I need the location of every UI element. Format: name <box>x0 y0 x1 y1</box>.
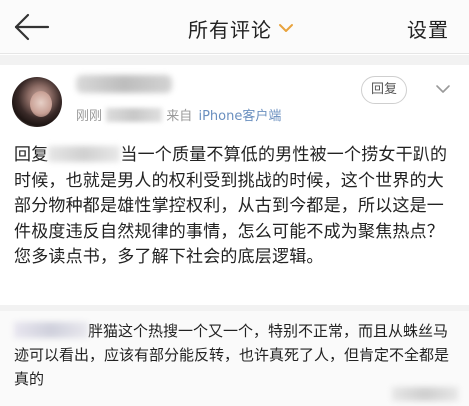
chevron-down-icon <box>279 24 293 32</box>
sub-comment: 胖猫这个热搜一个又一个，特别不正常，而且从蛛丝马迹可以看出，应该有部分能反转，也… <box>0 311 469 406</box>
comments-page: 所有评论 设置 刚刚 来自 iPhone客户端 回复 回复 当一个质量不算低的男性… <box>0 0 469 406</box>
page-title: 所有评论 <box>188 17 272 42</box>
chevron-down-icon[interactable] <box>434 83 452 95</box>
settings-button[interactable]: 设置 <box>407 14 449 43</box>
comment-card: 刚刚 来自 iPhone客户端 回复 回复 当一个质量不算低的男性被一个捞女干趴的… <box>0 65 469 305</box>
section-divider <box>0 55 469 65</box>
sub-comment-body: 胖猫这个热搜一个又一个，特别不正常，而且从蛛丝马迹可以看出，应该有部分能反转，也… <box>14 319 462 391</box>
comment-body: 回复 当一个质量不算低的男性被一个捞女干趴的时候，也就是男人的权利受到挑战的时候，… <box>14 143 458 271</box>
sub-comment-author-redacted[interactable] <box>14 322 88 338</box>
avatar[interactable] <box>12 77 62 127</box>
back-button[interactable] <box>10 8 54 46</box>
comment-time: 刚刚 <box>76 109 103 124</box>
reply-target-redacted[interactable] <box>48 146 121 162</box>
reply-prefix: 回复 <box>14 145 49 165</box>
from-label: 来自 <box>166 109 193 124</box>
username-redacted[interactable] <box>76 75 172 93</box>
redacted-meta <box>106 108 163 122</box>
top-navigation-bar: 所有评论 设置 <box>0 0 469 54</box>
comment-text: 当一个质量不算低的男性被一个捞女干趴的时候，也就是男人的权利受到挑战的时候，这个… <box>14 145 448 267</box>
comment-meta: 刚刚 来自 iPhone客户端 <box>76 105 281 124</box>
avatar-face <box>30 91 52 117</box>
watermark-redacted <box>392 387 458 401</box>
client-source: iPhone客户端 <box>198 109 282 124</box>
reply-button[interactable]: 回复 <box>361 76 407 104</box>
comment-filter-dropdown[interactable]: 所有评论 <box>188 14 294 42</box>
back-arrow-icon <box>14 13 50 41</box>
